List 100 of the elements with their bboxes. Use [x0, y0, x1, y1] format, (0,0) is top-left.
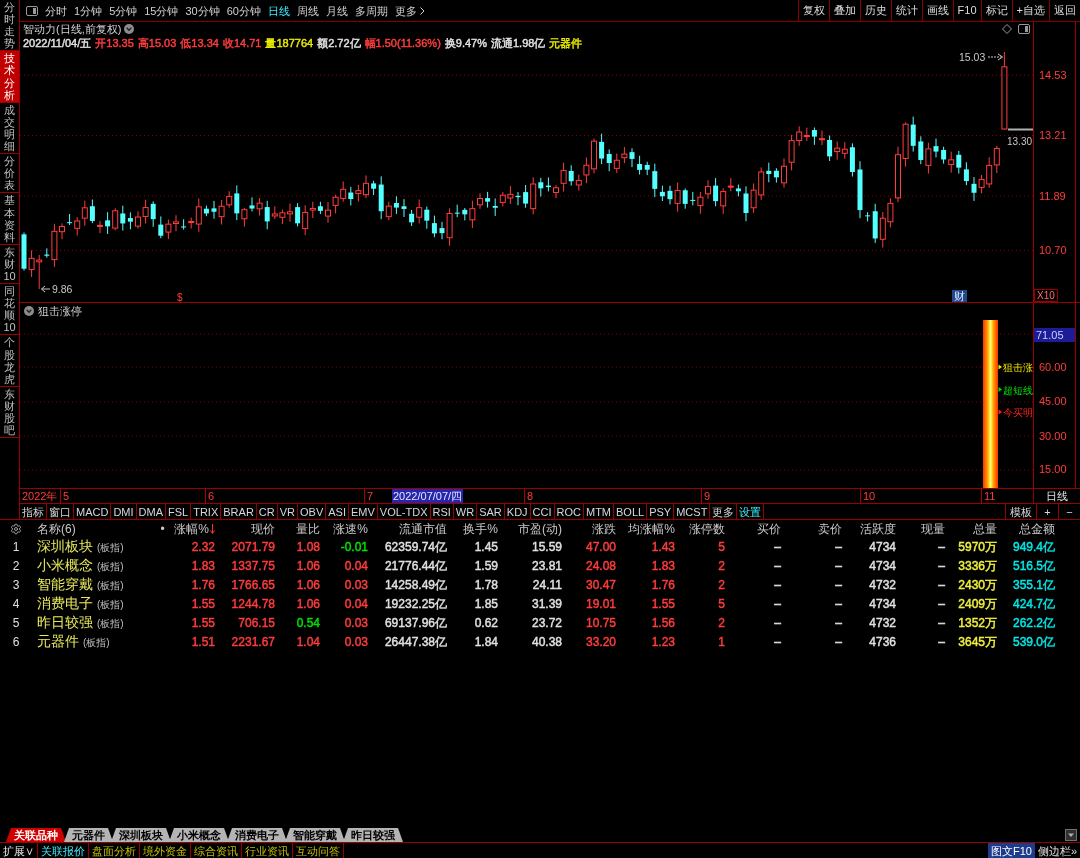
finance-marker[interactable]: 财 [952, 290, 967, 302]
indicator-tab[interactable]: BRAR [221, 504, 257, 519]
indicator-tab[interactable]: BOLL [614, 504, 648, 519]
period-tab[interactable]: 多周期 [355, 3, 388, 18]
period-tab[interactable]: 分时 [45, 3, 67, 18]
indicator-tab[interactable]: CCI [530, 504, 555, 519]
status-tab[interactable]: 境外资金 [140, 843, 191, 858]
chevron-down-circle-icon[interactable] [124, 24, 135, 34]
column-header[interactable]: 涨停数 [680, 521, 730, 536]
indicator-tab[interactable]: ASI [326, 504, 349, 519]
dropdown-icon[interactable] [1065, 829, 1077, 841]
period-tab[interactable]: 30分钟 [185, 3, 220, 18]
indicator-tab[interactable]: WR [453, 504, 478, 519]
sector-name[interactable]: 元器件 [37, 633, 79, 650]
event-marker[interactable]: $ [177, 292, 183, 302]
toolbar-button[interactable]: 叠加 [828, 0, 860, 21]
sector-name[interactable]: 昨日较强 [37, 614, 93, 631]
column-header[interactable]: 换手% [452, 521, 503, 536]
sidebar-tab[interactable]: 东财股吧 [0, 386, 19, 439]
column-header[interactable]: 活跃度 [847, 521, 901, 536]
status-tab[interactable]: 关联报价 [38, 843, 89, 858]
column-header[interactable]: 涨跌 [567, 521, 621, 536]
column-header[interactable]: 买价 [730, 521, 786, 536]
panel-toggle-icon[interactable] [1018, 24, 1030, 34]
indicator-tab[interactable]: ROC [554, 504, 584, 519]
sector-name[interactable]: 小米概念 [37, 557, 93, 574]
period-tab[interactable]: 日线 [268, 3, 290, 18]
toolbar-button[interactable]: 复权 [797, 0, 829, 21]
sidebar-tab[interactable]: 同花顺10 [0, 284, 19, 336]
related-tab[interactable]: 小米概念 [169, 828, 229, 842]
indicator-tab[interactable]: VOL-TDX [377, 504, 431, 519]
indicator-tab[interactable]: FSL [166, 504, 192, 519]
sidebar-tab[interactable]: 基本资料 [0, 193, 19, 245]
indicator-tab[interactable]: 窗口 [47, 504, 74, 519]
side-panel-button[interactable]: 图文F10 [987, 843, 1035, 858]
column-header[interactable]: 名称(6) [32, 521, 155, 536]
column-header[interactable]: 均涨幅% [621, 521, 680, 536]
indicator-tab[interactable]: 设置 [737, 504, 765, 519]
toolbar-button[interactable]: 画线 [921, 0, 953, 21]
indicator-tab[interactable]: VR [277, 504, 298, 519]
toolbar-button[interactable]: 标记 [980, 0, 1012, 21]
settings-icon[interactable] [10, 522, 22, 535]
related-tab[interactable]: 深圳板块 [111, 828, 171, 842]
status-tab[interactable]: 盘面分析 [89, 843, 140, 858]
toolbar-button[interactable]: F10 [952, 0, 981, 21]
chevron-down-circle-icon[interactable] [24, 306, 34, 316]
sidebar-tab[interactable]: 个股龙虎 [0, 335, 19, 387]
column-header[interactable]: 涨速% [325, 521, 373, 536]
indicator-tab[interactable]: MTM [584, 504, 615, 519]
indicator-tab[interactable]: DMA [136, 504, 166, 519]
column-header[interactable]: 总金额 [1002, 521, 1060, 536]
indicator-tab[interactable]: 指标 [20, 504, 47, 519]
related-tab[interactable]: 智能穿戴 [285, 828, 345, 842]
sidebar-tab[interactable]: 东财10 [0, 244, 19, 285]
related-tab[interactable]: 消费电子 [227, 828, 287, 842]
sidebar-tab[interactable]: 技术分析 [0, 51, 19, 103]
indicator-tab[interactable]: 更多 [710, 504, 738, 519]
indicator-tab[interactable]: TRIX [191, 504, 222, 519]
indicator-tab[interactable]: DMI [111, 504, 137, 519]
indicator-tab[interactable]: RSI [430, 504, 454, 519]
indicator-tab[interactable]: SAR [477, 504, 505, 519]
sector-name[interactable]: 消费电子 [37, 595, 93, 612]
status-tab[interactable]: 扩展∨ [0, 843, 38, 858]
sector-name[interactable]: 智能穿戴 [37, 576, 93, 593]
period-tab[interactable]: 15分钟 [144, 3, 179, 18]
indicator-tab[interactable]: EMV [348, 504, 378, 519]
period-tab[interactable]: 周线 [297, 3, 319, 18]
period-tab[interactable]: 1分钟 [74, 3, 103, 18]
sidebar-tab[interactable]: 成交明细 [0, 102, 19, 155]
related-tab[interactable]: 昨日较强 [343, 828, 403, 842]
status-tab[interactable]: 综合资讯 [191, 843, 242, 858]
indicator-tab[interactable]: KDJ [504, 504, 531, 519]
period-tab[interactable]: 更多 [395, 3, 425, 18]
toolbar-button[interactable]: 返回 [1049, 0, 1080, 21]
related-tab[interactable]: 元器件 [64, 828, 113, 842]
sidebar-tab[interactable]: 分时走势 [0, 0, 19, 52]
toolbar-button[interactable]: 历史 [859, 0, 891, 21]
column-header[interactable]: 总量 [950, 521, 1002, 536]
period-tab[interactable]: 60分钟 [226, 3, 261, 18]
column-header[interactable]: 市盈(动) [503, 521, 567, 536]
period-tab[interactable]: 5分钟 [109, 3, 138, 18]
panel-button[interactable]: − [1058, 504, 1080, 519]
column-header[interactable]: 现量 [901, 521, 950, 536]
sidebar-tab[interactable]: 分价表 [0, 154, 19, 194]
sector-name[interactable]: 深圳板块 [37, 538, 93, 555]
panel-button[interactable]: 模板 [1005, 504, 1036, 519]
column-header[interactable]: 涨幅% [170, 521, 220, 536]
toolbar-button[interactable]: +自选 [1011, 0, 1049, 21]
indicator-tab[interactable]: MACD [74, 504, 112, 519]
panel-toggle-icon[interactable] [26, 5, 38, 16]
indicator-tab[interactable]: CR [256, 504, 278, 519]
related-tab[interactable]: 关联品种 [6, 828, 66, 842]
column-header[interactable]: 卖价 [786, 521, 847, 536]
panel-button[interactable]: + [1036, 504, 1058, 519]
column-header[interactable]: 流通市值 [373, 521, 452, 536]
status-tab[interactable]: 互动问答 [293, 843, 344, 858]
indicator-tab[interactable]: MCST [674, 504, 711, 519]
column-header[interactable]: 量比 [280, 521, 325, 536]
column-header[interactable]: 现价 [220, 521, 280, 536]
status-tab[interactable]: 行业资讯 [242, 843, 293, 858]
